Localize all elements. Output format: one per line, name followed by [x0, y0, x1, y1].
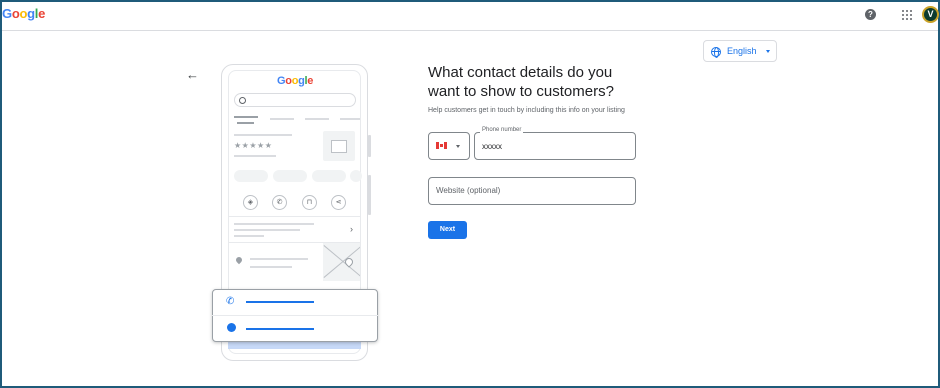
- highlight-phone-line: [246, 301, 314, 303]
- next-button[interactable]: Next: [428, 221, 467, 239]
- illustration-map: [323, 243, 360, 281]
- caret-down-icon: [456, 145, 460, 148]
- illustration-tab-line: [305, 118, 329, 120]
- illustration-text-line: [234, 155, 276, 157]
- highlight-card-divider: [212, 315, 378, 316]
- phone-number-value[interactable]: xxxxx: [482, 142, 502, 151]
- directions-icon: ◈: [243, 195, 258, 210]
- highlight-website-line: [246, 328, 314, 330]
- illustration-thumbnail: [323, 131, 355, 161]
- apps-grid-icon[interactable]: [902, 10, 912, 20]
- phone-icon: ✆: [272, 195, 287, 210]
- illustration-search-bar: [234, 93, 356, 107]
- top-app-bar: [2, 2, 938, 31]
- illustration-text-line: [234, 223, 314, 225]
- illustration-chip: [350, 170, 362, 182]
- illustration-chip: [273, 170, 307, 182]
- illustration-rating-stars: ★★★★★: [234, 141, 273, 150]
- illustration-tab-indicator: [237, 122, 254, 124]
- help-icon[interactable]: ?: [865, 9, 876, 20]
- website-placeholder: Website (optional): [436, 186, 501, 195]
- illustration-text-line: [234, 235, 264, 237]
- share-icon: ⋖: [331, 195, 346, 210]
- account-avatar[interactable]: V: [922, 6, 939, 23]
- phone-side-button: [368, 175, 371, 215]
- phone-icon: ✆: [226, 296, 235, 307]
- illustration-google-logo: Google: [277, 75, 314, 87]
- globe-icon: [711, 47, 721, 58]
- page-subtitle: Help customers get in touch by including…: [428, 107, 625, 114]
- phone-side-button: [368, 135, 371, 157]
- illustration-chip: [234, 170, 268, 182]
- illustration-tab-line: [340, 118, 360, 120]
- caret-down-icon: [766, 50, 770, 53]
- country-code-select[interactable]: [428, 132, 470, 160]
- illustration-tab-line: [234, 116, 258, 118]
- back-arrow-icon[interactable]: ←: [186, 67, 199, 82]
- canada-flag-icon: [436, 142, 447, 149]
- globe-icon: [227, 323, 236, 332]
- page-title: What contact details do you want to show…: [428, 64, 614, 100]
- bookmark-icon: ⊓: [302, 195, 317, 210]
- illustration-highlight-bar: [228, 342, 361, 349]
- google-logo[interactable]: Google: [2, 6, 45, 21]
- illustration-text-line: [234, 229, 300, 231]
- chevron-right-icon: ›: [350, 224, 353, 234]
- illustration-text-line: [234, 134, 292, 136]
- illustration-divider: [229, 216, 360, 217]
- language-selector[interactable]: English: [703, 40, 777, 62]
- illustration-text-line: [250, 258, 308, 260]
- illustration-text-line: [250, 266, 292, 268]
- illustration-chip: [312, 170, 346, 182]
- illustration-tab-line: [270, 118, 294, 120]
- phone-number-label: Phone number: [480, 127, 524, 133]
- language-label: English: [727, 46, 757, 56]
